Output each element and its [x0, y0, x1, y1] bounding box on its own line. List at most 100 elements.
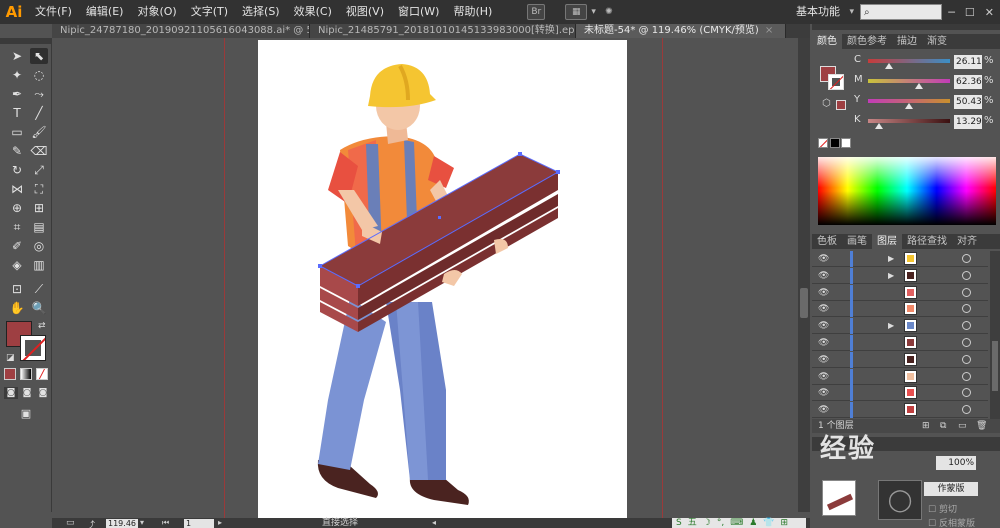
free-transform-tool-icon[interactable]: ⛶ — [30, 181, 48, 197]
document-tab[interactable]: Nipic_21485791_20181010145133983000[转换].… — [310, 24, 576, 38]
layer-target-icon[interactable] — [962, 304, 971, 314]
swap-fill-stroke-icon[interactable]: ⇄ — [38, 321, 46, 331]
channel-slider-knob[interactable] — [885, 63, 894, 69]
layer-target-icon[interactable] — [962, 388, 971, 398]
zoom-tool-icon[interactable]: 🔍 — [30, 300, 48, 316]
slice-tool-icon[interactable]: ⟋ — [30, 281, 48, 297]
panel-tab[interactable]: 画笔 — [842, 234, 872, 249]
stroke-swatch[interactable] — [20, 335, 46, 361]
expand-arrow-icon[interactable]: ▶ — [888, 254, 894, 263]
visibility-eye-icon[interactable]: 👁 — [818, 288, 829, 298]
panel-tab[interactable]: 色板 — [812, 234, 842, 249]
channel-slider-knob[interactable] — [915, 83, 924, 89]
panel-tab[interactable]: 图层 — [872, 234, 902, 249]
make-mask-button[interactable]: 作蒙版 — [924, 482, 978, 496]
document-tab[interactable]: 未标题-54* @ 119.46% (CMYK/预览) × — [576, 24, 786, 38]
panel-stroke-swatch[interactable] — [828, 74, 844, 90]
black-swatch[interactable] — [830, 138, 840, 148]
layer-row[interactable]: 👁 ▶ — [812, 267, 988, 284]
menu-item[interactable]: 帮助(H) — [446, 0, 499, 24]
arrange-caret-icon[interactable]: ▾ — [591, 7, 596, 17]
layer-target-icon[interactable] — [962, 405, 971, 415]
panel-grip[interactable] — [812, 24, 1000, 30]
minimize-icon[interactable]: ─ — [948, 6, 955, 19]
artboard-nav-icon[interactable]: ▭ — [66, 518, 75, 528]
panel-tab[interactable]: 渐变 — [922, 34, 952, 49]
input-method-bar[interactable]: S 五 ☽ °, ⌨ ♟ 👕 ⊞ — [672, 518, 806, 528]
bridge-button[interactable]: Br — [527, 4, 546, 20]
anchor-point[interactable] — [356, 284, 360, 288]
ime-item[interactable]: 五 — [688, 518, 697, 528]
expand-arrow-icon[interactable]: ▶ — [888, 321, 894, 330]
ime-item[interactable]: ⊞ — [780, 518, 788, 528]
layer-target-icon[interactable] — [962, 338, 971, 347]
menu-item[interactable]: 选择(S) — [235, 0, 287, 24]
rectangle-tool-icon[interactable]: ▭ — [8, 124, 26, 140]
zoom-dropdown-icon[interactable]: ▾ — [140, 518, 144, 527]
hand-tool-icon[interactable]: ✋ — [8, 300, 26, 316]
blend-tool-icon[interactable]: ◎ — [30, 238, 48, 254]
color-mode-icon[interactable] — [4, 368, 16, 380]
visibility-eye-icon[interactable]: 👁 — [818, 271, 829, 281]
gradient-mode-icon[interactable] — [20, 368, 32, 380]
delete-layer-icon[interactable]: 🗑 — [976, 419, 987, 433]
ime-item[interactable]: °, — [717, 518, 724, 528]
ime-item[interactable]: 👕 — [763, 518, 774, 528]
workspace-caret-icon[interactable]: ▾ — [849, 0, 854, 24]
channel-value-input[interactable]: 62.36 — [954, 75, 982, 89]
visibility-eye-icon[interactable]: 👁 — [818, 372, 829, 382]
maximize-icon[interactable]: ☐ — [965, 6, 975, 19]
pen-tool-icon[interactable]: ✒ — [8, 86, 26, 102]
perspective-grid-tool-icon[interactable]: ⊞ — [30, 200, 48, 216]
menu-item[interactable]: 对象(O) — [130, 0, 183, 24]
layer-row[interactable]: 👁 ▶ — [812, 318, 988, 335]
new-layer-icon[interactable]: ⊞ — [922, 419, 930, 433]
ime-item[interactable]: ♟ — [749, 518, 757, 528]
menu-item[interactable]: 文字(T) — [184, 0, 235, 24]
direct-selection-tool-icon[interactable]: ⬉ — [30, 48, 48, 64]
selection-tool-icon[interactable]: ➤ — [8, 48, 26, 64]
line-tool-icon[interactable]: ╱ — [30, 105, 48, 121]
visibility-eye-icon[interactable]: 👁 — [818, 355, 829, 365]
layers-scrollbar[interactable] — [990, 251, 1000, 419]
layer-row[interactable]: 👁 — [812, 335, 988, 351]
menu-item[interactable]: 视图(V) — [339, 0, 391, 24]
toolbar-grip[interactable] — [0, 38, 52, 44]
panel-tab[interactable]: 颜色参考 — [842, 34, 892, 49]
eyedropper-tool-icon[interactable]: ✐ — [8, 238, 26, 254]
arrange-documents-icon[interactable]: ▦ — [565, 4, 588, 20]
workspace-switcher[interactable]: 基本功能 — [796, 0, 840, 24]
clip-checkbox[interactable]: ☐ 剪切 — [928, 502, 957, 515]
pencil-tool-icon[interactable]: ✎ — [8, 143, 26, 159]
none-mode-icon[interactable]: ╱ — [36, 368, 48, 380]
scale-tool-icon[interactable]: ⤢ — [30, 162, 48, 178]
document-tab[interactable]: Nipic_24787180_20190921105616043088.ai* … — [52, 24, 310, 38]
mesh-tool-icon[interactable]: ⌗ — [8, 219, 26, 235]
panel-tab[interactable]: 颜色 — [812, 34, 842, 49]
layer-row[interactable]: 👁 — [812, 351, 988, 368]
visibility-eye-icon[interactable]: 👁 — [818, 254, 829, 264]
channel-slider-track[interactable] — [868, 59, 950, 63]
magic-wand-tool-icon[interactable]: ✦ — [8, 67, 26, 83]
menu-item[interactable]: 文件(F) — [28, 0, 79, 24]
visibility-eye-icon[interactable]: 👁 — [818, 338, 829, 348]
layer-row[interactable]: 👁 — [812, 284, 988, 301]
tab-close-icon[interactable]: × — [765, 25, 773, 36]
layer-row[interactable]: 👁 — [812, 402, 988, 419]
draw-normal-icon[interactable]: ◙ — [4, 387, 18, 399]
worker-illustration[interactable] — [258, 40, 627, 518]
search-input[interactable]: ⌕ — [860, 4, 942, 20]
layer-target-icon[interactable] — [962, 270, 971, 280]
visibility-eye-icon[interactable]: 👁 — [818, 304, 829, 314]
layer-target-icon[interactable] — [962, 354, 971, 364]
invert-mask-checkbox[interactable]: ☐ 反相蒙版 — [928, 516, 975, 528]
zoom-input[interactable]: 119.46 — [106, 519, 138, 528]
white-swatch[interactable] — [841, 138, 851, 148]
channel-value-input[interactable]: 50.43 — [954, 95, 982, 109]
canvas[interactable] — [52, 38, 810, 518]
shape-builder-tool-icon[interactable]: ⊕ — [8, 200, 26, 216]
layer-target-icon[interactable] — [962, 254, 971, 263]
ime-item[interactable]: ⌨ — [730, 518, 743, 528]
menu-item[interactable]: 编辑(E) — [79, 0, 131, 24]
draw-inside-icon[interactable]: ◙ — [36, 387, 50, 399]
